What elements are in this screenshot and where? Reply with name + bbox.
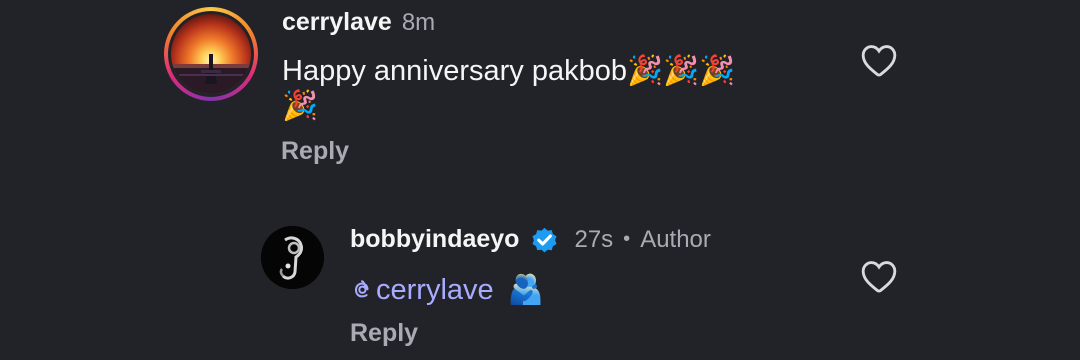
username[interactable]: cerrylave [282,8,392,37]
username[interactable]: bobbyindaeyo [350,225,519,254]
people-hugging-emoji: 🫂 [507,272,544,306]
comment-text: cerrylave 🫂 [350,272,890,307]
sunset-pier-avatar-icon [171,14,251,94]
timestamp: 27s [574,225,614,253]
threads-at-icon [354,280,369,298]
comment-text-line: Happy anniversary pakbob🎉🎉🎉 [282,55,736,87]
mention-username: cerrylave [376,274,494,306]
user-avatar[interactable] [164,7,258,101]
heart-outline-icon [861,45,897,77]
like-button[interactable] [860,258,898,294]
user-avatar[interactable] [261,226,324,289]
verified-badge-icon [532,227,557,253]
comment-header: cerrylave 8m [282,8,435,37]
reply-button[interactable]: Reply [281,137,349,166]
party-popper-emoji: 🎉 [282,88,319,122]
comment-text: Happy anniversary pakbob🎉🎉🎉 🎉 [282,54,822,123]
comment-header: bobbyindaeyo 27s • Author [350,224,711,255]
headphones-avatar-icon [261,226,324,289]
separator-dot: • [623,228,631,250]
mention-link[interactable]: cerrylave [350,274,502,306]
timestamp: 8m [401,8,436,36]
heart-outline-icon [861,261,897,293]
author-badge: Author [640,225,711,253]
reply-button[interactable]: Reply [350,319,418,348]
like-button[interactable] [860,42,898,78]
